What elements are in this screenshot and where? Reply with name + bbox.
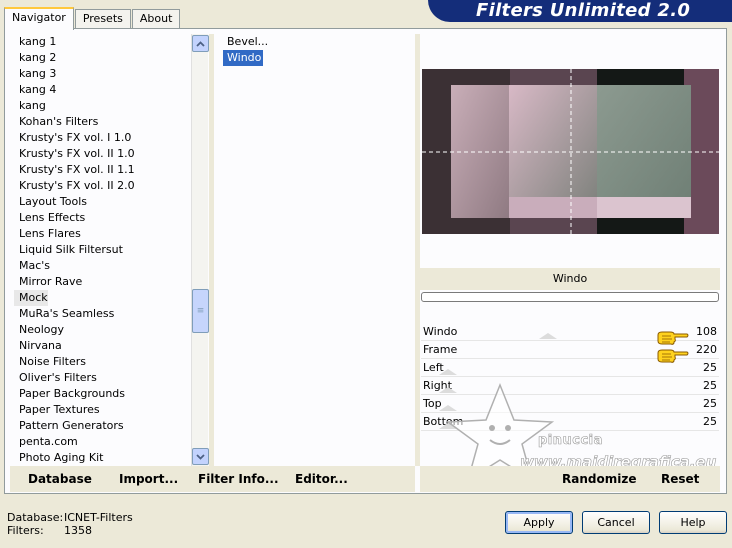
- category-item[interactable]: penta.com: [14, 434, 191, 450]
- tab-bar: Navigator Presets About: [4, 7, 181, 30]
- category-item[interactable]: Paper Backgrounds: [14, 386, 191, 402]
- category-item[interactable]: Neology: [14, 322, 191, 338]
- param-value: 108: [696, 325, 717, 338]
- slider-tick: [439, 423, 457, 429]
- category-item[interactable]: Noise Filters: [14, 354, 191, 370]
- database-value: ICNET-Filters: [64, 511, 133, 524]
- database-button[interactable]: Database: [28, 472, 92, 486]
- filters-label: Filters:: [7, 524, 44, 537]
- watermark-text: pinuccia: [538, 433, 603, 449]
- category-item[interactable]: Krusty's FX vol. I 1.0: [14, 130, 191, 146]
- category-item[interactable]: Mirror Rave: [14, 274, 191, 290]
- reset-button[interactable]: Reset: [661, 472, 699, 486]
- category-item[interactable]: Lens Effects: [14, 210, 191, 226]
- param-slider-top[interactable]: Top 25: [421, 395, 719, 413]
- param-value: 25: [703, 415, 717, 428]
- param-slider-bottom[interactable]: Bottom 25: [421, 413, 719, 431]
- divider: [209, 34, 214, 466]
- slider-tick: [539, 333, 557, 339]
- status-info: Database:ICNET-Filters Filters: 1358: [7, 511, 133, 537]
- scroll-up-button[interactable]: [192, 35, 209, 52]
- scroll-down-button[interactable]: [192, 448, 209, 465]
- category-item[interactable]: Kohan's Filters: [14, 114, 191, 130]
- database-label: Database:: [7, 511, 64, 524]
- progress-bar: [421, 292, 719, 302]
- category-item[interactable]: Krusty's FX vol. II 1.0: [14, 146, 191, 162]
- filter-name: Windo: [552, 272, 588, 285]
- filter-name-bar: Windo: [420, 268, 720, 290]
- category-item[interactable]: kang 2: [14, 50, 191, 66]
- chevron-up-icon: [196, 40, 205, 47]
- param-value: 220: [696, 343, 717, 356]
- category-item[interactable]: Nirvana: [14, 338, 191, 354]
- param-name: Frame: [423, 343, 458, 356]
- scroll-thumb[interactable]: ≡: [192, 289, 209, 333]
- category-item[interactable]: Oliver's Filters: [14, 370, 191, 386]
- editor-button[interactable]: Editor...: [295, 472, 348, 486]
- category-item[interactable]: kang: [14, 98, 191, 114]
- filter-info-button[interactable]: Filter Info...: [198, 472, 279, 486]
- category-item[interactable]: Photo Aging Kit: [14, 450, 191, 466]
- randomize-button[interactable]: Randomize: [562, 472, 636, 486]
- filter-item[interactable]: Windo: [223, 50, 263, 66]
- filter-item[interactable]: Bevel...: [223, 34, 415, 50]
- tab-presets[interactable]: Presets: [74, 9, 131, 29]
- category-item[interactable]: kang 3: [14, 66, 191, 82]
- preview-graphic: [422, 69, 719, 234]
- chevron-down-icon: [196, 453, 205, 460]
- tab-navigator[interactable]: Navigator: [4, 7, 74, 30]
- category-item[interactable]: kang 4: [14, 82, 191, 98]
- filters-count: 1358: [64, 524, 92, 537]
- param-value: 25: [703, 361, 717, 374]
- divider: [415, 34, 420, 466]
- category-scrollbar[interactable]: ≡: [191, 34, 209, 466]
- category-item[interactable]: Mac's: [14, 258, 191, 274]
- category-item[interactable]: kang 1: [14, 34, 191, 50]
- cancel-button[interactable]: Cancel: [582, 511, 650, 534]
- param-slider-right[interactable]: Right 25: [421, 377, 719, 395]
- slider-tick: [439, 405, 457, 411]
- category-item[interactable]: Paper Textures: [14, 402, 191, 418]
- param-value: 25: [703, 397, 717, 410]
- category-item[interactable]: Krusty's FX vol. II 1.1: [14, 162, 191, 178]
- help-button[interactable]: Help: [659, 511, 727, 534]
- param-name: Windo: [423, 325, 458, 338]
- pointing-hand-icon: [657, 331, 689, 345]
- category-item[interactable]: Pattern Generators: [14, 418, 191, 434]
- category-item[interactable]: Krusty's FX vol. II 2.0: [14, 178, 191, 194]
- category-item[interactable]: MuRa's Seamless: [14, 306, 191, 322]
- param-value: 25: [703, 379, 717, 392]
- pointing-hand-icon: [657, 349, 689, 363]
- category-item[interactable]: Layout Tools: [14, 194, 191, 210]
- category-list[interactable]: kang 1 kang 2 kang 3 kang 4 kang Kohan's Filt…: [14, 34, 191, 466]
- apply-button[interactable]: Apply: [505, 511, 573, 534]
- parameter-toolbar: Randomize Reset: [420, 466, 720, 492]
- filter-list[interactable]: Bevel... Windo: [217, 34, 415, 466]
- slider-tick: [439, 387, 457, 393]
- import-button[interactable]: Import...: [119, 472, 178, 486]
- app-title: Filters Unlimited 2.0: [476, 0, 691, 21]
- category-item[interactable]: Liquid Silk Filtersut: [14, 242, 191, 258]
- tab-about[interactable]: About: [131, 9, 181, 29]
- app-banner: Filters Unlimited 2.0: [428, 0, 732, 22]
- preview-image: [422, 69, 719, 234]
- slider-tick: [439, 369, 457, 375]
- navigator-toolbar: Database Import... Filter Info... Editor…: [10, 466, 415, 492]
- category-item[interactable]: Mock: [14, 290, 48, 306]
- category-item[interactable]: Lens Flares: [14, 226, 191, 242]
